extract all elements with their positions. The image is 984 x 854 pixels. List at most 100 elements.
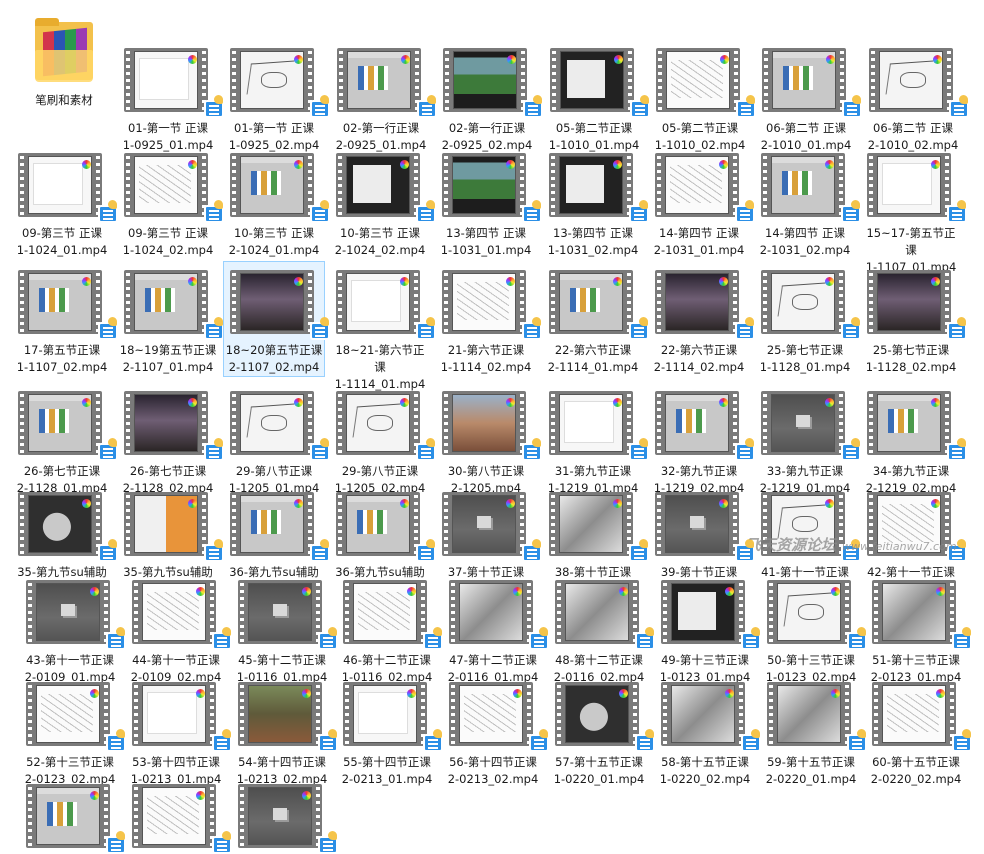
video-file-item[interactable]: 35-第九节su辅助 (118, 484, 224, 581)
filmstrip-icon (18, 153, 102, 217)
video-file-item[interactable]: 06-第二节 正课 2-1010_02.mp4 (863, 40, 969, 154)
video-file-item[interactable]: 06-第二节 正课 2-1010_01.mp4 (756, 40, 862, 154)
video-file-item[interactable]: 10-第三节 正课 2-1024_02.mp4 (330, 145, 436, 259)
video-file-item[interactable] (126, 776, 232, 854)
video-player-badge-icon (735, 539, 755, 562)
video-file-item[interactable]: 47-第十二节正课 2-0116_01.mp4 (443, 572, 549, 686)
video-file-item[interactable]: 25-第七节正课 1-1128_01.mp4 (755, 262, 861, 376)
video-file-item[interactable]: 58-第十五节正课 1-0220_02.mp4 (655, 674, 761, 788)
video-frame-preview (877, 394, 941, 452)
video-file-item[interactable]: 51-第十三节正课 2-0123_01.mp4 (866, 572, 972, 686)
video-file-item[interactable]: 17-第五节正课 1-1107_02.mp4 (12, 262, 118, 376)
video-file-item[interactable]: 57-第十五节正课 1-0220_01.mp4 (549, 674, 655, 788)
video-file-item[interactable]: 29-第八节正课 1-1205_02.mp4 (330, 383, 436, 497)
video-file-item[interactable]: 45-第十二节正课 1-0116_01.mp4 (232, 572, 338, 686)
video-player-badge-icon (106, 627, 126, 650)
video-file-item[interactable]: 46-第十二节正课 1-0116_02.mp4 (337, 572, 443, 686)
video-frame-preview (772, 51, 836, 109)
video-file-item[interactable]: 44-第十一节正课 2-0109_02.mp4 (126, 572, 232, 686)
video-thumbnail (236, 676, 338, 752)
video-file-item[interactable]: 25-第七节正课 1-1128_02.mp4 (861, 262, 967, 376)
video-file-item[interactable] (232, 776, 338, 854)
video-file-item[interactable]: 42-第十一节正课 (861, 484, 967, 581)
filmstrip-icon (867, 270, 951, 334)
video-file-item[interactable]: 43-第十一节正课 2-0109_01.mp4 (20, 572, 126, 686)
video-file-item[interactable]: 02-第一行正课 2-0925_02.mp4 (437, 40, 543, 154)
video-file-item[interactable]: 59-第十五节正课 2-0220_01.mp4 (761, 674, 867, 788)
video-file-item[interactable]: 14-第四节 正课 2-1031_01.mp4 (649, 145, 755, 259)
video-file-item[interactable]: 09-第三节 正课 1-1024_01.mp4 (12, 145, 118, 259)
video-file-item[interactable]: 14-第四节 正课 2-1031_02.mp4 (755, 145, 861, 259)
video-frame-preview (452, 495, 516, 553)
color-wheel-icon (196, 791, 205, 800)
video-file-item[interactable]: 22-第六节正课 2-1114_02.mp4 (649, 262, 755, 376)
video-file-item[interactable]: 38-第十节正课 (543, 484, 649, 581)
video-file-item[interactable]: 02-第一行正课 2-0925_01.mp4 (331, 40, 437, 154)
video-file-item[interactable]: 36-第九节su辅助 (330, 484, 436, 581)
file-name-label: 21-第六节正课 1-1114_02.mp4 (440, 343, 532, 374)
video-file-item[interactable]: 26-第七节正课 2-1128_01.mp4 (12, 383, 118, 497)
video-file-item[interactable]: 37-第十节正课 (436, 484, 542, 581)
video-thumbnail (334, 385, 436, 461)
video-file-item[interactable]: 30-第八节正课 2-1205.mp4 (436, 383, 542, 497)
file-name-label: 14-第四节 正课 2-1031_02.mp4 (759, 226, 851, 257)
video-player-badge-icon (842, 95, 862, 118)
video-file-item[interactable]: 18~21-第六节正课 1-1114_01.mp4 (330, 262, 436, 393)
video-file-item[interactable]: 09-第三节 正课 1-1024_02.mp4 (118, 145, 224, 259)
video-file-item[interactable]: 36-第九节su辅助 (224, 484, 330, 581)
filmstrip-icon (442, 153, 526, 217)
video-file-item[interactable]: 13-第四节 正课 1-1031_01.mp4 (436, 145, 542, 259)
color-wheel-icon (294, 398, 303, 407)
video-frame-preview (36, 787, 100, 845)
video-file-item[interactable]: 10-第三节 正课 2-1024_01.mp4 (224, 145, 330, 259)
video-file-item[interactable]: 50-第十三节正课 1-0123_02.mp4 (761, 572, 867, 686)
video-file-item[interactable]: 01-第一节 正课 1-0925_02.mp4 (224, 40, 330, 154)
video-file-item[interactable]: 26-第七节正课 2-1128_02.mp4 (118, 383, 224, 497)
video-file-item[interactable] (20, 776, 126, 854)
video-file-item[interactable]: 29-第八节正课 1-1205_01.mp4 (224, 383, 330, 497)
video-file-item[interactable]: 52-第十三节正课 2-0123_02.mp4 (20, 674, 126, 788)
color-wheel-icon (82, 499, 91, 508)
video-player-badge-icon (98, 317, 118, 340)
video-file-item[interactable]: 41-第十一节正课 (755, 484, 861, 581)
color-wheel-icon (619, 587, 628, 596)
video-file-item[interactable]: 33-第九节正课 2-1219_01.mp4 (755, 383, 861, 497)
video-file-item[interactable]: 34-第九节正课 2-1219_02.mp4 (861, 383, 967, 497)
video-file-item[interactable]: 05-第二节正课 1-1010_02.mp4 (650, 40, 756, 154)
video-player-badge-icon (522, 200, 542, 223)
filmstrip-icon (867, 153, 951, 217)
video-file-item[interactable]: 56-第十四节正课 2-0213_02.mp4 (443, 674, 549, 788)
video-player-badge-icon (106, 831, 126, 854)
filmstrip-icon (761, 270, 845, 334)
video-file-item[interactable]: 01-第一节 正课 1-0925_01.mp4 (118, 40, 224, 154)
video-file-item[interactable]: 35-第九节su辅助 (12, 484, 118, 581)
video-thumbnail (334, 486, 436, 562)
video-file-item[interactable]: 18~20第五节正课 2-1107_02.mp4 (223, 261, 330, 377)
video-player-badge-icon (630, 95, 650, 118)
folder-item[interactable]: 笔刷和素材 (14, 8, 114, 109)
video-file-item[interactable]: 31-第九节正课 1-1219_01.mp4 (543, 383, 649, 497)
filmstrip-icon (343, 580, 427, 644)
video-file-item[interactable]: 13-第四节 正课 1-1031_02.mp4 (543, 145, 649, 259)
filmstrip-icon (550, 48, 634, 112)
video-file-item[interactable]: 15~17-第五节正课 1-1107_01.mp4 (861, 145, 967, 276)
video-player-badge-icon (204, 95, 224, 118)
video-player-badge-icon (416, 539, 436, 562)
video-file-item[interactable]: 48-第十二节正课 2-0116_02.mp4 (549, 572, 655, 686)
video-player-badge-icon (952, 627, 972, 650)
video-file-item[interactable]: 54-第十四节正课 1-0213_02.mp4 (232, 674, 338, 788)
color-wheel-icon (82, 160, 91, 169)
video-file-item[interactable]: 21-第六节正课 1-1114_02.mp4 (436, 262, 542, 376)
video-file-item[interactable]: 39-第十节正课 (649, 484, 755, 581)
video-file-item[interactable]: 60-第十五节正课 2-0220_02.mp4 (866, 674, 972, 788)
video-file-item[interactable]: 05-第二节正课 1-1010_01.mp4 (544, 40, 650, 154)
video-player-badge-icon (735, 200, 755, 223)
video-file-item[interactable]: 49-第十三节正课 1-0123_01.mp4 (655, 572, 761, 686)
video-file-item[interactable]: 32-第九节正课 1-1219_02.mp4 (649, 383, 755, 497)
color-wheel-icon (90, 587, 99, 596)
video-file-item[interactable]: 53-第十四节正课 1-0213_01.mp4 (126, 674, 232, 788)
filmstrip-icon (230, 48, 314, 112)
video-file-item[interactable]: 18~19第五节正课 2-1107_01.mp4 (118, 262, 224, 376)
video-file-item[interactable]: 55-第十四节正课 2-0213_01.mp4 (337, 674, 443, 788)
video-file-item[interactable]: 22-第六节正课 2-1114_01.mp4 (543, 262, 649, 376)
